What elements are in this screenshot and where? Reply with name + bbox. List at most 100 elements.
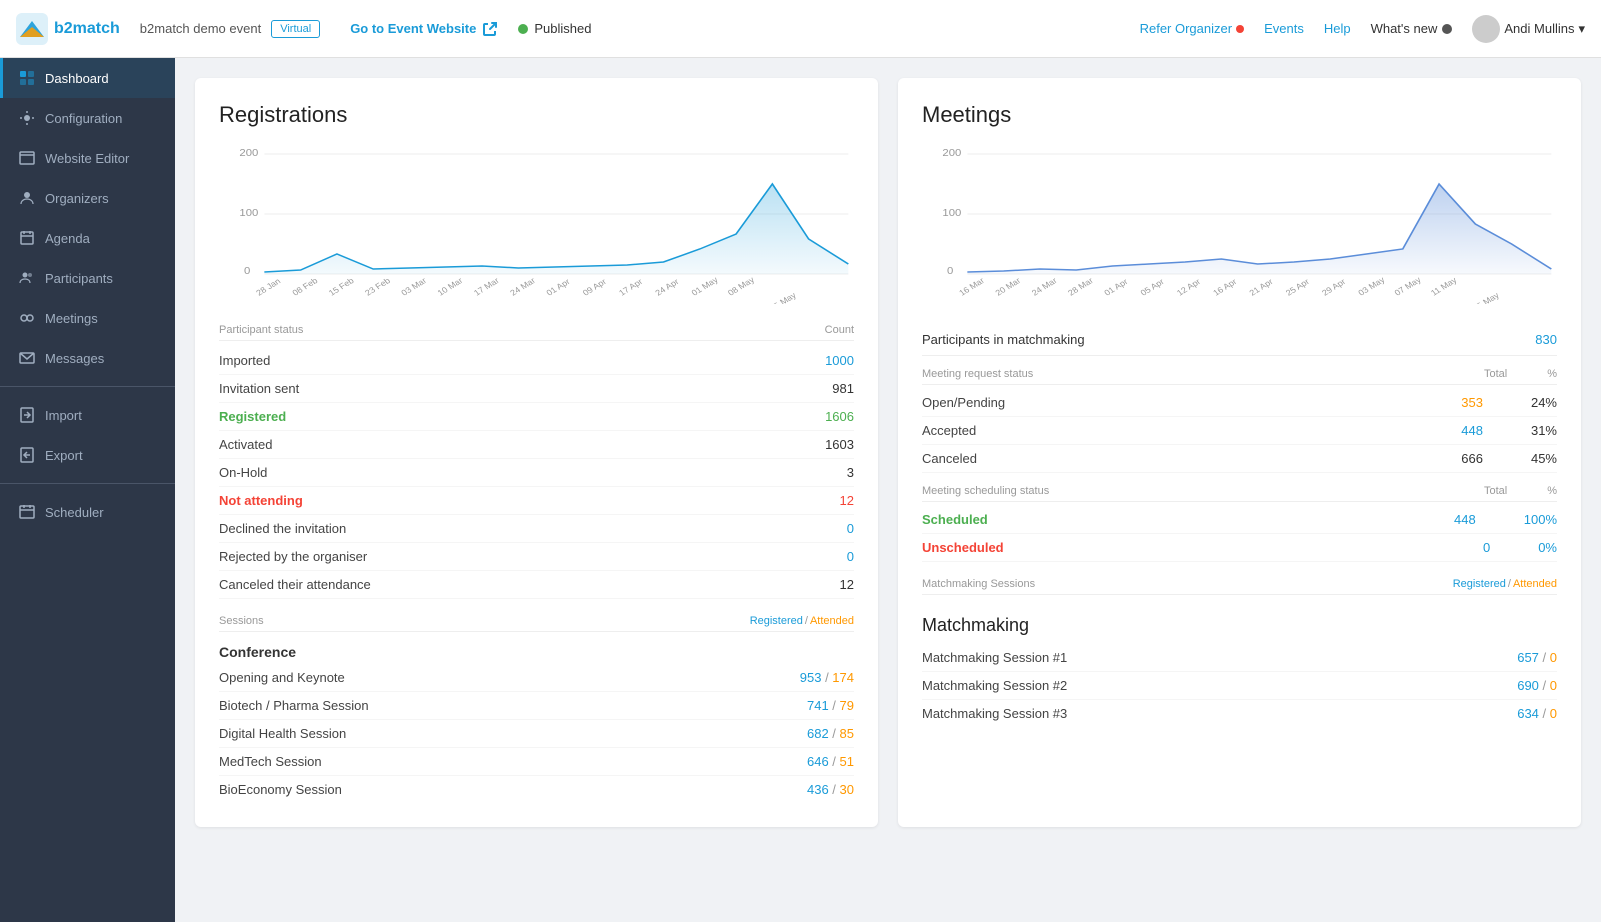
- sidebar-label-organizers: Organizers: [45, 191, 109, 206]
- request-total: 666: [1461, 451, 1483, 466]
- virtual-badge[interactable]: Virtual: [271, 20, 320, 38]
- sessions-col-label: Sessions: [219, 615, 264, 627]
- stat-label: Imported: [219, 353, 270, 368]
- sidebar-item-export[interactable]: Export: [0, 435, 175, 475]
- matchmaking-sessions-header: Matchmaking Sessions Registered / Attend…: [922, 578, 1557, 595]
- scheduling-row-unscheduled: Unscheduled 0 0%: [922, 534, 1557, 562]
- sidebar-item-organizers[interactable]: Organizers: [0, 178, 175, 218]
- scheduling-status-label: Meeting scheduling status: [922, 485, 1049, 497]
- stat-label: Invitation sent: [219, 381, 299, 396]
- svg-text:10 Mar: 10 Mar: [435, 276, 464, 298]
- stat-label: On-Hold: [219, 465, 267, 480]
- request-status-label: Meeting request status: [922, 368, 1033, 380]
- svg-text:01 Apr: 01 Apr: [544, 277, 572, 298]
- session-row-3: Digital Health Session 682 / 85: [219, 720, 854, 748]
- sidebar-item-messages[interactable]: Messages: [0, 338, 175, 378]
- sidebar-item-website-editor[interactable]: Website Editor: [0, 138, 175, 178]
- help-link[interactable]: Help: [1324, 21, 1351, 36]
- stat-label: Declined the invitation: [219, 521, 346, 536]
- session-values: 646 / 51: [807, 754, 854, 769]
- user-menu[interactable]: Andi Mullins ▾: [1472, 15, 1585, 43]
- stat-value: 12: [840, 493, 854, 508]
- logo[interactable]: b2match: [16, 13, 120, 45]
- matchmaking-session-values: 657 / 0: [1517, 650, 1557, 665]
- stat-row-imported: Imported 1000: [219, 347, 854, 375]
- stat-row-canceled: Canceled their attendance 12: [219, 571, 854, 599]
- matchmaking-row-1: Matchmaking Session #1 657 / 0: [922, 644, 1557, 672]
- stat-value: 0: [847, 521, 854, 536]
- stat-label: Not attending: [219, 493, 303, 508]
- svg-text:24 Mar: 24 Mar: [1030, 276, 1059, 298]
- total-col-label: Total: [1484, 368, 1507, 380]
- participants-matchmaking-row: Participants in matchmaking 830: [922, 324, 1557, 356]
- session-row-2: Biotech / Pharma Session 741 / 79: [219, 692, 854, 720]
- events-link[interactable]: Events: [1264, 21, 1304, 36]
- sidebar-label-dashboard: Dashboard: [45, 71, 109, 86]
- agenda-icon: [19, 230, 35, 246]
- request-row-accepted: Accepted 448 31%: [922, 417, 1557, 445]
- scheduling-pct: 0%: [1538, 540, 1557, 555]
- sidebar-item-import[interactable]: Import: [0, 395, 175, 435]
- request-label: Open/Pending: [922, 395, 1005, 410]
- configuration-icon: [19, 110, 35, 126]
- stat-row-rejected: Rejected by the organiser 0: [219, 543, 854, 571]
- sidebar-item-agenda[interactable]: Agenda: [0, 218, 175, 258]
- svg-text:16 Mar: 16 Mar: [957, 276, 986, 298]
- svg-text:17 Apr: 17 Apr: [617, 277, 645, 298]
- scheduling-total: 0: [1483, 540, 1490, 555]
- attended-label-m: Attended: [1513, 578, 1557, 590]
- registrations-title: Registrations: [219, 102, 854, 128]
- conference-label: Conference: [219, 636, 854, 664]
- stat-value: 1603: [825, 437, 854, 452]
- total-col-label2: Total: [1484, 485, 1507, 497]
- svg-text:07 May: 07 May: [1392, 274, 1423, 297]
- matchmaking-sessions-col: Matchmaking Sessions: [922, 578, 1035, 590]
- count-col: Count: [825, 324, 854, 336]
- pct-col-label2: %: [1547, 485, 1557, 497]
- scheduling-pct: 100%: [1524, 512, 1557, 527]
- svg-text:23 Feb: 23 Feb: [363, 276, 392, 298]
- session-label: Digital Health Session: [219, 726, 346, 741]
- stat-label: Registered: [219, 409, 286, 424]
- svg-text:24 Mar: 24 Mar: [508, 276, 537, 298]
- export-icon: [19, 447, 35, 463]
- session-label: Biotech / Pharma Session: [219, 698, 369, 713]
- sidebar-label-participants: Participants: [45, 271, 113, 286]
- stat-value: 1606: [825, 409, 854, 424]
- organizers-icon: [19, 190, 35, 206]
- sidebar-item-meetings[interactable]: Meetings: [0, 298, 175, 338]
- scheduler-icon: [19, 504, 35, 520]
- meetings-icon: [19, 310, 35, 326]
- svg-text:200: 200: [942, 148, 961, 159]
- scheduling-row-scheduled: Scheduled 448 100%: [922, 506, 1557, 534]
- stat-value: 12: [840, 577, 854, 592]
- session-values: 682 / 85: [807, 726, 854, 741]
- participants-icon: [19, 270, 35, 286]
- svg-text:20 Mar: 20 Mar: [993, 276, 1022, 298]
- svg-text:15 Feb: 15 Feb: [327, 276, 356, 298]
- sidebar-item-configuration[interactable]: Configuration: [0, 98, 175, 138]
- svg-text:05 Apr: 05 Apr: [1138, 277, 1166, 298]
- sidebar-label-messages: Messages: [45, 351, 104, 366]
- published-dot: [518, 24, 528, 34]
- sidebar-item-participants[interactable]: Participants: [0, 258, 175, 298]
- refer-organizer-link[interactable]: Refer Organizer: [1140, 21, 1244, 36]
- stat-value: 981: [832, 381, 854, 396]
- stat-label: Activated: [219, 437, 272, 452]
- registered-label-m: Registered: [1453, 578, 1506, 590]
- whatsnew-link[interactable]: What's new: [1371, 21, 1453, 36]
- request-row-pending: Open/Pending 353 24%: [922, 389, 1557, 417]
- scheduling-label: Unscheduled: [922, 540, 1004, 555]
- main-content: Registrations 200 100 0: [175, 58, 1601, 922]
- sidebar-item-scheduler[interactable]: Scheduler: [0, 492, 175, 532]
- matchmaking-session-values: 634 / 0: [1517, 706, 1557, 721]
- sidebar-label-meetings: Meetings: [45, 311, 98, 326]
- user-avatar: [1472, 15, 1500, 43]
- registrations-chart: 200 100 0: [219, 144, 854, 304]
- svg-text:21 Apr: 21 Apr: [1247, 277, 1275, 298]
- stat-row-activated: Activated 1603: [219, 431, 854, 459]
- goto-event-link[interactable]: Go to Event Website: [350, 21, 498, 37]
- request-total: 353: [1461, 395, 1483, 410]
- sidebar-item-dashboard[interactable]: Dashboard: [0, 58, 175, 98]
- svg-text:0: 0: [244, 266, 250, 277]
